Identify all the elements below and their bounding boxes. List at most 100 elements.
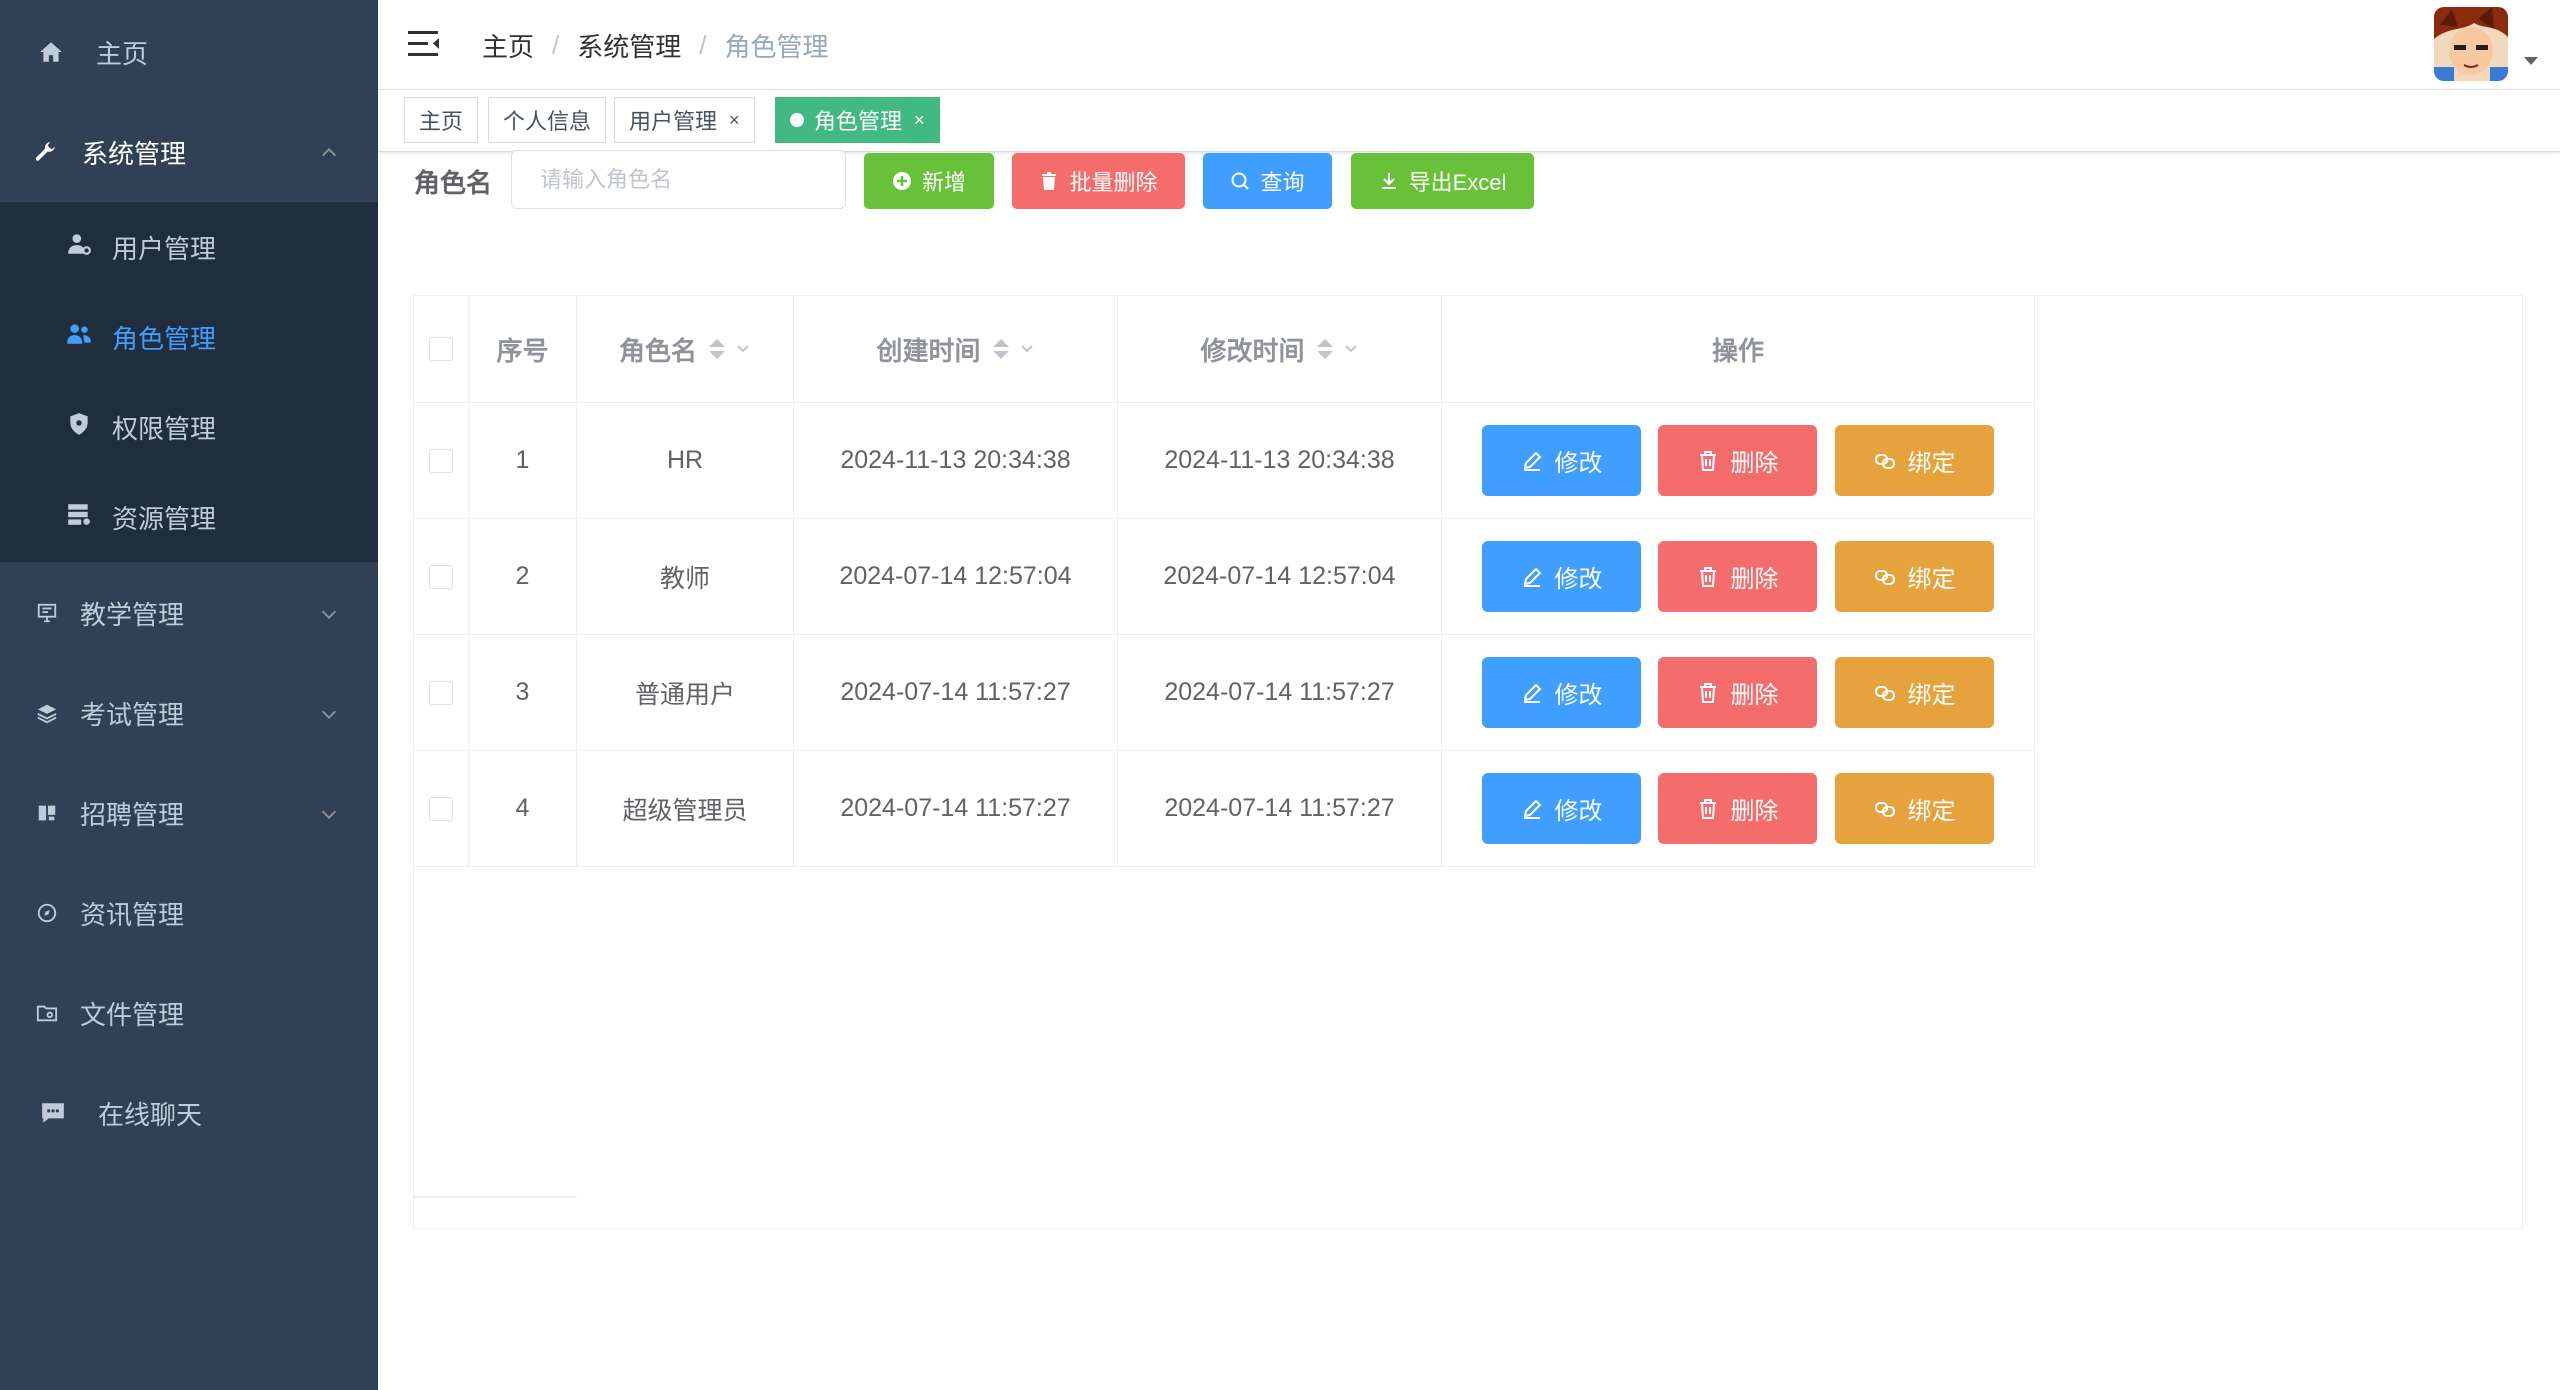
- add-button-label: 新增: [921, 170, 966, 195]
- column-title: 修改时间: [1200, 335, 1305, 366]
- delete-button[interactable]: 删除: [1658, 541, 1817, 612]
- row-checkbox[interactable]: [429, 564, 453, 589]
- recruit-icon: [34, 800, 60, 826]
- cell-created-time: 2024-07-14 12:57:04: [794, 519, 1118, 634]
- column-title: 创建时间: [876, 335, 981, 366]
- sidebar-item-home[interactable]: 主页: [0, 2, 378, 102]
- tag-label: 角色管理: [814, 109, 903, 134]
- avatar[interactable]: [2434, 7, 2508, 81]
- edit-button[interactable]: 修改: [1482, 657, 1641, 728]
- bind-label: 绑定: [1907, 566, 1956, 593]
- sidebar-item-label: 系统管理: [82, 138, 187, 169]
- chevron-down-icon[interactable]: [1343, 343, 1359, 355]
- add-button[interactable]: 新增: [864, 153, 994, 209]
- row-checkbox[interactable]: [429, 448, 453, 473]
- cell-updated-time: 2024-07-14 11:57:27: [1118, 751, 1442, 866]
- tag-roles[interactable]: 角色管理 ×: [775, 97, 940, 143]
- cell-role-name: 超级管理员: [577, 751, 794, 866]
- horizontal-scrollbar[interactable]: [414, 1196, 577, 1198]
- folder-icon: [34, 1000, 60, 1026]
- edit-label: 修改: [1554, 682, 1603, 709]
- bind-button[interactable]: 绑定: [1835, 773, 1994, 844]
- edit-label: 修改: [1554, 450, 1603, 477]
- bind-button[interactable]: 绑定: [1835, 425, 1994, 496]
- delete-label: 删除: [1730, 566, 1779, 593]
- header-updated-time[interactable]: 修改时间: [1118, 296, 1442, 402]
- pencil-icon: [1521, 566, 1543, 588]
- role-name-search-input[interactable]: [511, 150, 846, 209]
- sidebar-item-news[interactable]: 资讯管理: [0, 863, 378, 963]
- user-group-icon: [66, 321, 92, 354]
- layers-icon: [34, 700, 60, 726]
- sidebar-item-files[interactable]: 文件管理: [0, 963, 378, 1063]
- bind-button[interactable]: 绑定: [1835, 657, 1994, 728]
- bind-button[interactable]: 绑定: [1835, 541, 1994, 612]
- wrench-icon: [32, 139, 58, 165]
- header-actions: 操作: [1442, 296, 2035, 402]
- batch-delete-button[interactable]: 批量删除: [1012, 153, 1185, 209]
- sidebar-item-roles[interactable]: 角色管理: [0, 292, 378, 382]
- tag-profile[interactable]: 个人信息: [488, 97, 607, 143]
- pencil-icon: [1521, 682, 1543, 704]
- column-title: 序号: [496, 335, 549, 366]
- sidebar-item-exams[interactable]: 考试管理: [0, 663, 378, 763]
- sidebar-item-users[interactable]: 用户管理: [0, 202, 378, 292]
- close-icon[interactable]: ×: [729, 110, 740, 131]
- chevron-down-icon[interactable]: [735, 343, 751, 355]
- sidebar-item-label: 考试管理: [80, 699, 185, 730]
- breadcrumb-separator: /: [699, 30, 707, 60]
- breadcrumb-item-system[interactable]: 系统管理: [577, 27, 681, 64]
- tag-home[interactable]: 主页: [404, 97, 479, 143]
- row-select-cell: [414, 751, 469, 866]
- sort-icon[interactable]: [709, 339, 725, 359]
- batch-delete-label: 批量删除: [1069, 170, 1158, 195]
- sidebar-item-system[interactable]: 系统管理: [0, 102, 378, 202]
- link-icon: [1874, 798, 1896, 820]
- home-icon: [38, 39, 64, 65]
- trash-icon: [1697, 450, 1719, 472]
- row-checkbox[interactable]: [429, 796, 453, 821]
- sidebar-item-label: 用户管理: [112, 233, 217, 264]
- delete-button[interactable]: 删除: [1658, 425, 1817, 496]
- cell-created-time: 2024-07-14 11:57:27: [794, 751, 1118, 866]
- delete-label: 删除: [1730, 682, 1779, 709]
- edit-button[interactable]: 修改: [1482, 425, 1641, 496]
- system-submenu: 用户管理 角色管理 权限管理 资源管理: [0, 202, 378, 562]
- header-role-name[interactable]: 角色名: [577, 296, 794, 402]
- search-icon: [1230, 171, 1250, 191]
- cell-index: 4: [469, 751, 577, 866]
- sidebar-item-recruitment[interactable]: 招聘管理: [0, 763, 378, 863]
- download-icon: [1379, 171, 1399, 191]
- tag-users[interactable]: 用户管理 ×: [614, 97, 755, 143]
- row-checkbox[interactable]: [429, 680, 453, 705]
- delete-button[interactable]: 删除: [1658, 773, 1817, 844]
- search-button[interactable]: 查询: [1203, 153, 1332, 209]
- breadcrumb-item-home[interactable]: 主页: [482, 27, 534, 64]
- cell-updated-time: 2024-11-13 20:34:38: [1118, 403, 1442, 518]
- sort-icon[interactable]: [992, 339, 1009, 359]
- sort-icon[interactable]: [1316, 339, 1333, 359]
- tag-label: 个人信息: [503, 109, 592, 134]
- edit-button[interactable]: 修改: [1482, 541, 1641, 612]
- tag-label: 主页: [419, 109, 464, 134]
- sidebar-item-teaching[interactable]: 教学管理: [0, 563, 378, 663]
- export-excel-button[interactable]: 导出Excel: [1351, 153, 1534, 209]
- sidebar-item-permissions[interactable]: 权限管理: [0, 382, 378, 472]
- edit-button[interactable]: 修改: [1482, 773, 1641, 844]
- cell-role-name: HR: [577, 403, 794, 518]
- link-icon: [1874, 566, 1896, 588]
- shield-icon: [66, 411, 92, 444]
- hamburger-icon[interactable]: [408, 28, 442, 60]
- chevron-down-icon: [318, 801, 340, 823]
- column-title: 操作: [1711, 335, 1764, 366]
- header-created-time[interactable]: 创建时间: [794, 296, 1118, 402]
- select-all-checkbox[interactable]: [429, 337, 453, 361]
- chevron-down-icon[interactable]: [1019, 343, 1035, 355]
- chat-icon: [40, 1100, 66, 1126]
- caret-down-icon[interactable]: [2522, 54, 2540, 66]
- close-icon[interactable]: ×: [914, 110, 925, 131]
- delete-button[interactable]: 删除: [1658, 657, 1817, 728]
- sidebar-item-label: 主页: [96, 38, 149, 69]
- sidebar-item-resources[interactable]: 资源管理: [0, 472, 378, 562]
- sidebar-item-chat[interactable]: 在线聊天: [0, 1063, 378, 1163]
